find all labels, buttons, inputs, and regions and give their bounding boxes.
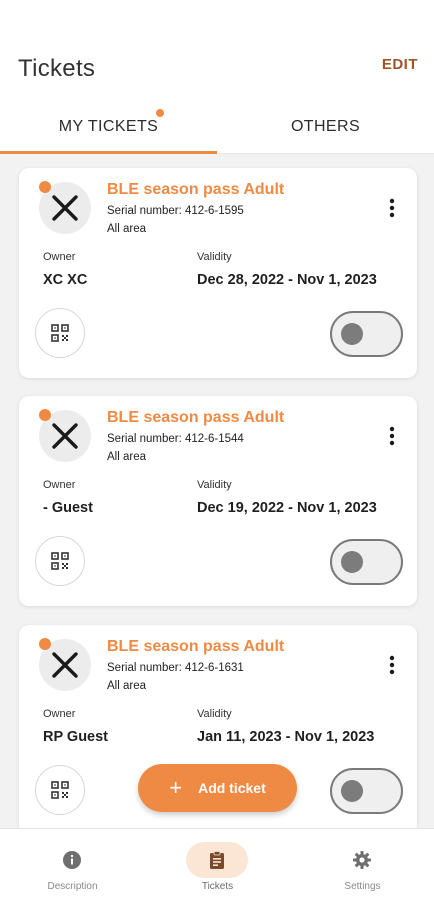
page-title: Tickets <box>18 55 96 82</box>
bottom-navigation: Description Tickets Settings <box>0 828 434 900</box>
ticket-name: BLE season pass Adult <box>107 181 285 198</box>
validity-label: Validity <box>197 251 232 263</box>
more-vert-icon[interactable] <box>389 198 395 218</box>
validity-value: Dec 28, 2022 - Nov 1, 2023 <box>197 272 377 288</box>
add-ticket-label: Add ticket <box>198 780 266 796</box>
nav-tickets[interactable]: Tickets <box>145 829 290 900</box>
owner-label: Owner <box>43 479 76 491</box>
toggle-knob <box>341 323 363 345</box>
ticket-name: BLE season pass Adult <box>107 638 285 655</box>
app-header: Tickets EDIT <box>0 0 434 100</box>
validity-label: Validity <box>197 708 232 720</box>
tab-bar: MY TICKETS OTHERS <box>0 100 434 154</box>
edit-button[interactable]: EDIT <box>382 56 418 73</box>
ticket-card[interactable]: BLE season pass Adult Serial number: 412… <box>19 396 417 606</box>
activate-toggle[interactable] <box>330 311 403 357</box>
ticket-area: All area <box>107 680 146 692</box>
activate-toggle[interactable] <box>330 768 403 814</box>
nav-description[interactable]: Description <box>0 829 145 900</box>
toggle-knob <box>341 780 363 802</box>
qr-code-icon <box>51 552 69 570</box>
validity-value: Jan 11, 2023 - Nov 1, 2023 <box>197 729 375 745</box>
ticket-area: All area <box>107 451 146 463</box>
validity-value: Dec 19, 2022 - Nov 1, 2023 <box>197 500 377 516</box>
qr-code-icon <box>51 781 69 799</box>
add-ticket-button[interactable]: + Add ticket <box>138 764 297 812</box>
owner-label: Owner <box>43 708 76 720</box>
tab-others-label: OTHERS <box>290 118 361 135</box>
qr-code-button[interactable] <box>35 536 85 586</box>
close-x-icon <box>52 652 78 678</box>
toggle-knob <box>341 551 363 573</box>
qr-code-button[interactable] <box>35 765 85 815</box>
tab-my-tickets[interactable]: MY TICKETS <box>0 100 217 154</box>
qr-code-icon <box>51 324 69 342</box>
ticket-card[interactable]: BLE season pass Adult Serial number: 412… <box>19 168 417 378</box>
more-vert-icon[interactable] <box>389 655 395 675</box>
info-icon <box>63 851 81 869</box>
ticket-serial: Serial number: 412-6-1595 <box>107 205 244 217</box>
owner-value: - Guest <box>43 500 93 516</box>
nav-description-label: Description <box>47 881 98 892</box>
status-dot <box>39 409 51 421</box>
nav-settings[interactable]: Settings <box>290 829 434 900</box>
owner-value: RP Guest <box>43 729 109 745</box>
plus-icon: + <box>169 775 183 800</box>
status-dot <box>39 181 51 193</box>
active-tab-indicator <box>0 151 217 154</box>
status-dot <box>39 638 51 650</box>
gear-icon <box>353 851 371 869</box>
ticket-area: All area <box>107 223 146 235</box>
ticket-serial: Serial number: 412-6-1631 <box>107 662 244 674</box>
owner-value: XC XC <box>43 272 88 288</box>
validity-label: Validity <box>197 479 232 491</box>
tab-others[interactable]: OTHERS <box>217 100 434 154</box>
owner-label: Owner <box>43 251 76 263</box>
close-x-icon <box>52 195 78 221</box>
activate-toggle[interactable] <box>330 539 403 585</box>
more-vert-icon[interactable] <box>389 426 395 446</box>
close-x-icon <box>52 423 78 449</box>
notification-dot <box>156 109 164 117</box>
ticket-name: BLE season pass Adult <box>107 409 285 426</box>
clipboard-icon <box>210 851 224 869</box>
tab-my-tickets-label: MY TICKETS <box>58 118 159 135</box>
ticket-serial: Serial number: 412-6-1544 <box>107 433 244 445</box>
qr-code-button[interactable] <box>35 308 85 358</box>
nav-settings-label: Settings <box>344 881 381 892</box>
nav-tickets-label: Tickets <box>201 881 234 892</box>
